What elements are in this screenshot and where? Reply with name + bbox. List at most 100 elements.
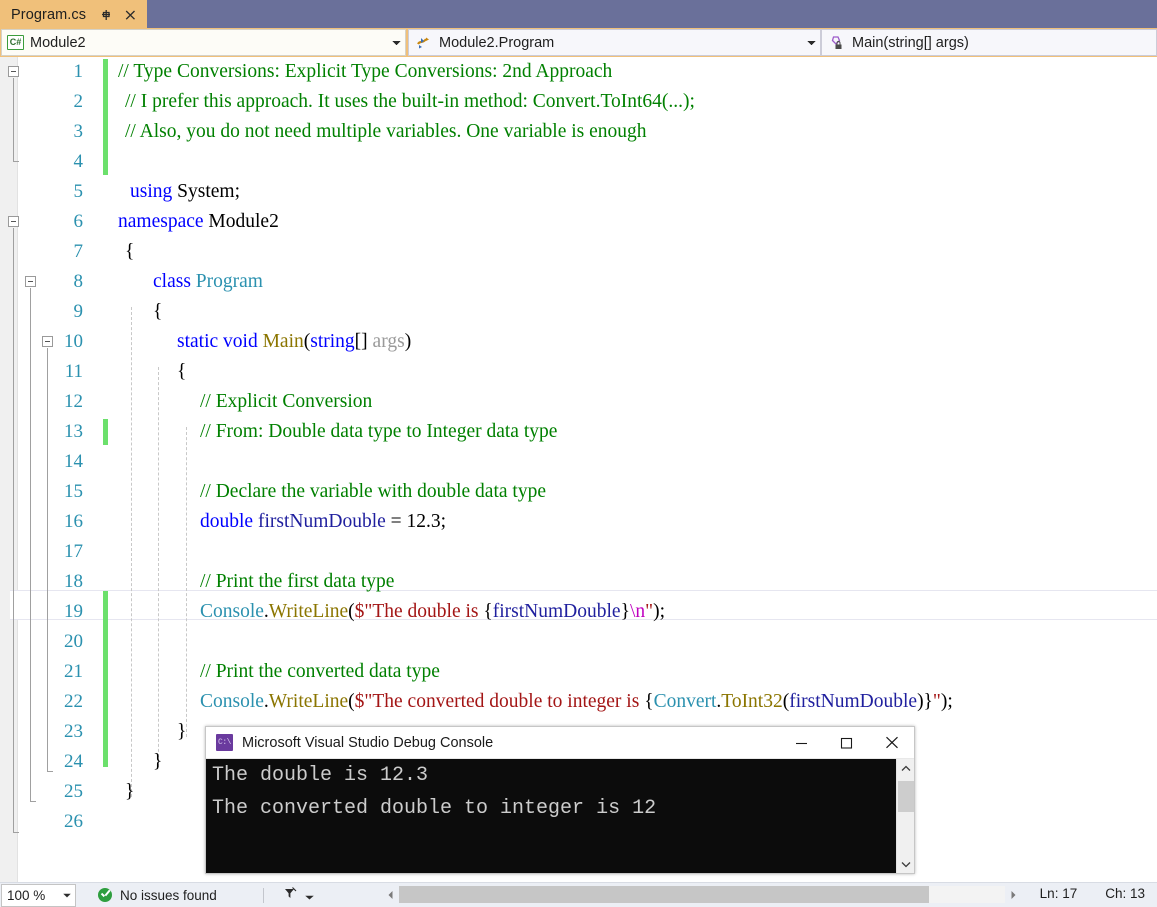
close-icon[interactable] — [123, 7, 138, 23]
issues-status-text: No issues found — [120, 887, 217, 903]
line-number: 6 — [73, 211, 84, 232]
change-bar — [103, 591, 108, 767]
document-tab-strip: Program.cs — [0, 0, 1157, 28]
line-number: 2 — [73, 91, 84, 112]
line-number: 21 — [64, 661, 83, 682]
line-number: 23 — [64, 721, 83, 742]
line-number: 17 — [64, 541, 83, 562]
code-line: // From: Double data type to Integer dat… — [200, 421, 558, 442]
filter-control[interactable] — [282, 886, 314, 904]
change-indicator-margin — [103, 57, 108, 882]
code-line: // Type Conversions: Explicit Type Conve… — [118, 61, 613, 82]
class-members-icon — [415, 34, 433, 51]
maximize-icon[interactable] — [824, 727, 869, 758]
class-dropdown-value: Module2.Program — [439, 34, 555, 51]
line-number: 4 — [73, 151, 84, 172]
line-number: 19 — [64, 601, 83, 622]
line-number: 18 — [64, 571, 83, 592]
member-dropdown-value: Main(string[] args) — [852, 34, 969, 51]
code-line: // Print the converted data type — [200, 661, 440, 682]
success-check-icon — [98, 888, 112, 902]
chevron-down-icon[interactable] — [305, 888, 314, 903]
line-number: 24 — [64, 751, 83, 772]
fold-toggle-namespace[interactable] — [8, 216, 19, 227]
chevron-down-icon[interactable] — [59, 885, 75, 906]
line-number: 1 — [73, 61, 84, 82]
member-dropdown[interactable]: Main(string[] args) — [821, 29, 1157, 56]
line-number: 11 — [64, 361, 83, 382]
zoom-level-value: 100 % — [7, 887, 46, 903]
minimize-icon[interactable] — [779, 727, 824, 758]
console-title-bar[interactable]: C:\ Microsoft Visual Studio Debug Consol… — [206, 727, 914, 759]
console-output: The double is 12.3 The converted double … — [206, 759, 914, 873]
line-number: 20 — [64, 631, 83, 652]
class-dropdown[interactable]: Module2.Program — [408, 29, 821, 56]
code-line: // Also, you do not need multiple variab… — [125, 121, 647, 142]
line-number: 5 — [73, 181, 84, 202]
funnel-icon[interactable] — [282, 886, 299, 904]
chevron-down-icon[interactable] — [388, 30, 405, 55]
project-type-value: Module2 — [30, 34, 86, 51]
scroll-left-icon[interactable] — [382, 884, 399, 905]
scrollbar-thumb[interactable] — [399, 886, 929, 903]
fold-toggle-method[interactable] — [42, 336, 53, 347]
code-line: static void Main(string[] args) — [177, 331, 412, 352]
console-output-line: The double is 12.3 — [212, 764, 429, 787]
debug-console-window[interactable]: C:\ Microsoft Visual Studio Debug Consol… — [205, 726, 915, 874]
zoom-level-dropdown[interactable]: 100 % — [1, 883, 76, 907]
line-number: 14 — [64, 451, 83, 472]
code-line: // Declare the variable with double data… — [200, 481, 546, 502]
line-number: 12 — [64, 391, 83, 412]
console-output-line: The converted double to integer is 12 — [212, 797, 657, 820]
pin-icon[interactable] — [99, 7, 114, 23]
code-line: double firstNumDouble = 12.3; — [200, 511, 447, 532]
change-bar — [103, 419, 108, 445]
console-app-icon: C:\ — [216, 734, 233, 751]
code-line: class Program — [153, 271, 263, 292]
method-private-icon — [828, 34, 846, 51]
line-number: 13 — [64, 421, 83, 442]
line-number: 26 — [64, 811, 83, 832]
code-line: // Print the first data type — [200, 571, 395, 592]
fold-toggle-comment[interactable] — [8, 66, 19, 77]
code-line: // I prefer this approach. It uses the b… — [125, 91, 695, 112]
selection-margin — [0, 57, 18, 882]
tab-program-cs[interactable]: Program.cs — [0, 0, 148, 28]
code-line: using System; — [130, 181, 240, 202]
navigation-bar: C# Module2 Module2.Program Main(string[]… — [0, 28, 1157, 57]
tab-label: Program.cs — [11, 6, 87, 23]
code-line: { — [153, 301, 163, 322]
code-line: namespace Module2 — [118, 211, 279, 232]
close-icon[interactable] — [869, 727, 914, 758]
change-bar — [103, 59, 108, 175]
line-number: 7 — [73, 241, 84, 262]
line-number: 9 — [73, 301, 84, 322]
line-number: 15 — [64, 481, 83, 502]
code-line: { — [125, 241, 135, 262]
console-window-title: Microsoft Visual Studio Debug Console — [242, 734, 494, 751]
code-line: { — [177, 361, 187, 382]
line-indicator: Ln: 17 — [1039, 886, 1078, 901]
code-line: Console.WriteLine($"The double is {first… — [200, 601, 666, 622]
scroll-down-icon[interactable] — [897, 855, 915, 873]
console-vertical-scrollbar[interactable] — [896, 759, 914, 873]
line-number: 25 — [64, 781, 83, 802]
line-number: 22 — [64, 691, 83, 712]
line-number: 3 — [73, 121, 84, 142]
editor-horizontal-scrollbar[interactable] — [382, 884, 1022, 905]
scrollbar-track[interactable] — [399, 886, 1005, 903]
caret-position: Ln: 17 Ch: 13 — [1012, 886, 1145, 901]
chevron-down-icon[interactable] — [803, 30, 820, 55]
column-indicator: Ch: 13 — [1105, 886, 1145, 901]
fold-toggle-class[interactable] — [25, 276, 36, 287]
csharp-file-icon: C# — [7, 35, 24, 50]
code-line: // Explicit Conversion — [200, 391, 373, 412]
status-divider — [262, 887, 264, 903]
project-type-dropdown[interactable]: C# Module2 — [1, 29, 406, 56]
line-number: 16 — [64, 511, 83, 532]
scrollbar-thumb[interactable] — [898, 781, 914, 812]
scroll-up-icon[interactable] — [897, 759, 915, 777]
